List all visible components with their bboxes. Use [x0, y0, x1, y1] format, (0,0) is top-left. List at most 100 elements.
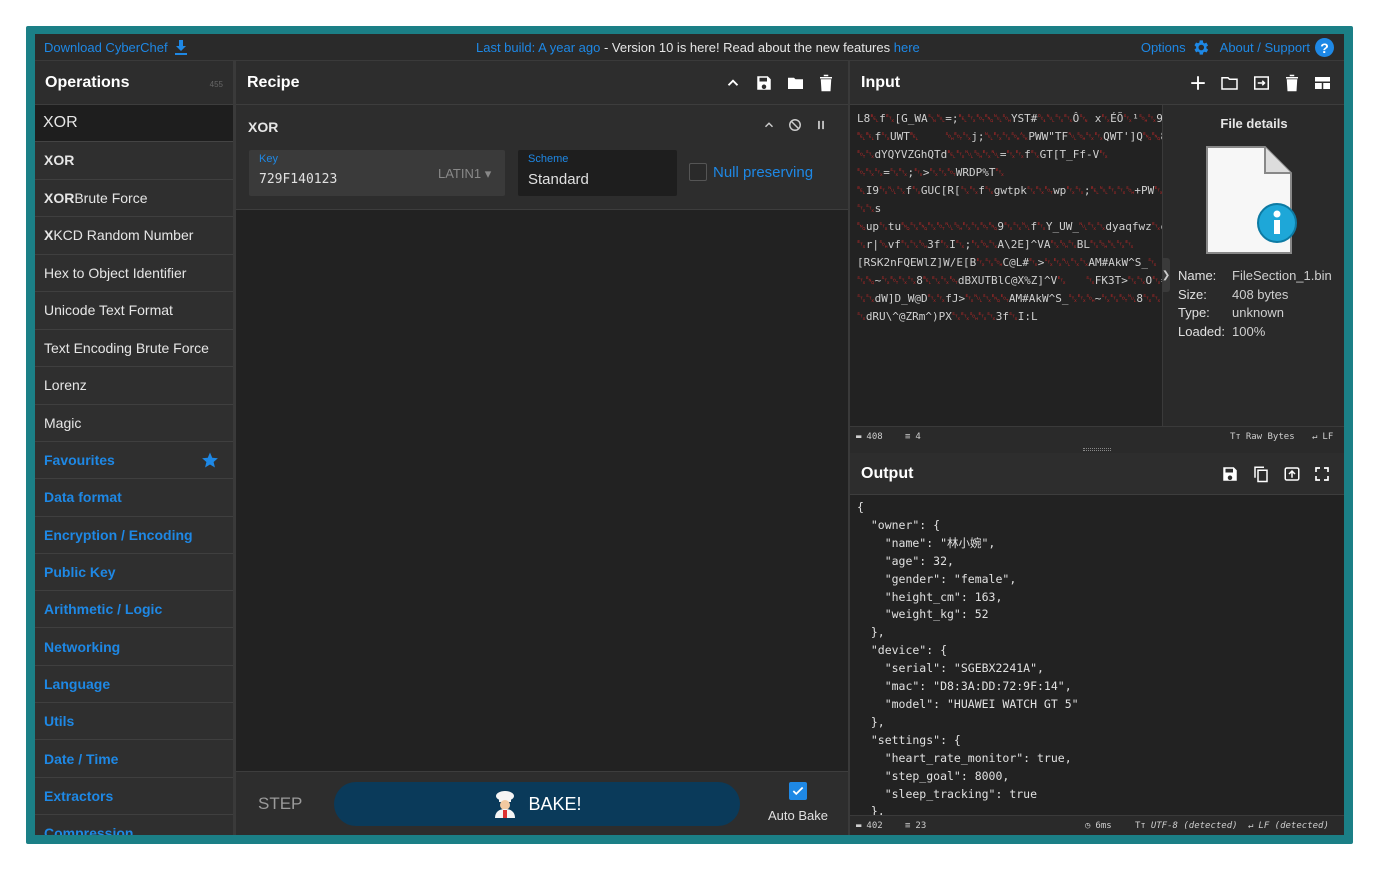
null-preserving-option[interactable]: Null preserving: [689, 163, 813, 181]
category-networking[interactable]: Networking: [35, 628, 233, 666]
disable-icon[interactable]: [788, 118, 802, 132]
last-build-value[interactable]: A year ago: [538, 40, 600, 55]
download-icon: [174, 40, 187, 55]
trash-icon[interactable]: [818, 74, 834, 92]
input-text-run: AM#AkW^S_: [1008, 292, 1069, 305]
save-icon[interactable]: [755, 74, 773, 92]
collapse-file-details-button[interactable]: ❯: [1162, 258, 1170, 292]
chevron-up-icon[interactable]: [724, 74, 742, 92]
about-label[interactable]: About / Support: [1220, 40, 1310, 55]
trash-icon[interactable]: [1284, 74, 1300, 92]
key-field[interactable]: Key 729F140123 LATIN1 ▾: [249, 150, 505, 196]
recipe-header: Recipe: [236, 61, 848, 105]
input-text-run: ÉÕ: [1110, 112, 1124, 125]
scheme-select[interactable]: Scheme Standard: [518, 150, 677, 196]
category-label: Data format: [44, 489, 122, 506]
layout-icon[interactable]: [1313, 74, 1332, 92]
download-link[interactable]: Download CyberChef: [44, 40, 188, 55]
download-label[interactable]: Download CyberChef: [44, 40, 168, 55]
save-icon[interactable]: [1221, 465, 1239, 483]
output-status-bar: ▬ 402 ≡ 23 ◷ 6ms Tт UTF-8 (detected) ↵ LF (de…: [850, 815, 1344, 835]
input-line: ␅up␂tu␅␂␅␃␄␀␁␃␂␄␅9␃␂␀f␃Y_UW_␀␃␂dyaqfwz␃e…: [857, 218, 1162, 236]
options-link[interactable]: Options: [1141, 38, 1210, 57]
control-char: ␃: [1030, 148, 1040, 161]
operation-item-xor[interactable]: XOR: [35, 142, 233, 180]
copy-icon[interactable]: [1252, 465, 1270, 483]
category-language[interactable]: Language: [35, 665, 233, 704]
category-public-key[interactable]: Public Key: [35, 553, 233, 592]
replace-input-icon[interactable]: [1283, 465, 1301, 483]
control-char: ␇: [857, 184, 866, 197]
operation-item-xkcd-random-number[interactable]: X KCD Random Number: [35, 217, 233, 255]
output-encoding-selector[interactable]: Tт UTF-8 (detected): [1135, 821, 1238, 831]
input-format-selector[interactable]: Tт Raw Bytes: [1230, 432, 1295, 442]
pause-icon[interactable]: [814, 118, 828, 132]
input-line: ␄␂dYQYVZGhQTd␇␃␀␁␃␀=␃␃f␃GT[T_Ff-V␃: [857, 146, 1155, 164]
input-line-count-value: 4: [915, 432, 921, 442]
open-file-icon[interactable]: [1252, 74, 1271, 92]
file-details-info: Name: FileSection_1.bin Size: 408 bytes Ty…: [1178, 267, 1332, 341]
scheme-value[interactable]: Standard: [528, 171, 589, 188]
here-link[interactable]: here: [894, 40, 920, 55]
input-textarea[interactable]: L8␇f␃[G_WA␖␀=;␇␂␄␅␀␁YST#␔␀␂␃Ô␖ x␃ÉÕ␂¹␁␂9…: [850, 105, 1162, 426]
operation-item-lorenz[interactable]: Lorenz: [35, 367, 233, 405]
gear-icon[interactable]: [1191, 38, 1210, 57]
input-text-run: fJ>: [945, 292, 966, 305]
bake-label: BAKE!: [528, 793, 582, 814]
operation-item-hex-to-object-identifier[interactable]: Hex to Object Identifier: [35, 254, 233, 292]
step-button[interactable]: STEP: [258, 794, 302, 814]
operation-item-xor-brute-force[interactable]: XOR Brute Force: [35, 179, 233, 217]
control-char: ␂␅: [857, 274, 875, 287]
input-header: Input: [850, 61, 1344, 105]
output-eol-selector[interactable]: ↵ LF (detected): [1248, 821, 1329, 831]
category-data-format[interactable]: Data format: [35, 479, 233, 517]
add-tab-icon[interactable]: [1189, 74, 1207, 92]
category-encryption-encoding[interactable]: Encryption / Encoding: [35, 516, 233, 554]
recipe-area[interactable]: XOR Key 729F140123 LATIN1 ▾ Scheme Stand…: [236, 105, 848, 771]
about-link[interactable]: About / Support ?: [1220, 38, 1334, 57]
eol-icon: ↵: [1312, 432, 1318, 442]
control-char: ␃␂: [1127, 274, 1146, 287]
category-date-time[interactable]: Date / Time: [35, 740, 233, 778]
control-char: ␃: [1057, 274, 1067, 287]
input-text-run: ¹: [1132, 112, 1139, 125]
auto-bake-checkbox[interactable]: [789, 782, 807, 800]
input-format-value: Raw Bytes: [1245, 432, 1295, 442]
category-compression[interactable]: Compression: [35, 814, 233, 835]
control-char: ␂: [984, 184, 994, 197]
input-text-run: x: [1088, 112, 1102, 125]
category-label: Compression: [44, 825, 134, 835]
help-icon[interactable]: ?: [1315, 38, 1334, 57]
open-folder-icon[interactable]: [1220, 74, 1239, 92]
control-char: ␂␃␄: [1026, 184, 1054, 197]
control-char: ␅: [857, 220, 866, 233]
operation-item-text-encoding-brute-force[interactable]: Text Encoding Brute Force: [35, 329, 233, 367]
null-preserving-label[interactable]: Null preserving: [713, 164, 813, 181]
operation-item-magic[interactable]: Magic: [35, 404, 233, 442]
input-text-run: 8: [916, 274, 923, 287]
text-format-icon: Tт: [1135, 821, 1146, 831]
output-textarea[interactable]: { "owner": { "name": "林小婉", "age": 32, "…: [850, 495, 1344, 815]
input-text-run: tu: [887, 220, 902, 233]
category-extractors[interactable]: Extractors: [35, 777, 233, 815]
chevron-up-icon[interactable]: [762, 118, 776, 132]
operation-item-unicode-text-format[interactable]: Unicode Text Format: [35, 292, 233, 330]
category-arithmetic-logic[interactable]: Arithmetic / Logic: [35, 591, 233, 629]
operations-search-input[interactable]: XOR: [35, 105, 233, 142]
folder-icon[interactable]: [786, 74, 805, 92]
input-text-run: WRDP%T: [955, 166, 996, 179]
null-preserving-checkbox[interactable]: [689, 163, 707, 181]
key-input[interactable]: 729F140123: [259, 172, 337, 187]
category-utils[interactable]: Utils: [35, 703, 233, 741]
options-label[interactable]: Options: [1141, 40, 1186, 55]
input-text-run: f: [879, 112, 886, 125]
key-encoding-dropdown[interactable]: LATIN1 ▾: [438, 166, 491, 182]
auto-bake-option[interactable]: Auto Bake: [766, 782, 830, 823]
bake-button[interactable]: BAKE!: [334, 782, 740, 826]
input-eol-selector[interactable]: ↵ LF: [1312, 432, 1333, 442]
fullscreen-icon[interactable]: [1314, 465, 1330, 483]
category-favourites[interactable]: Favourites: [35, 442, 233, 480]
recipe-operation-xor[interactable]: XOR Key 729F140123 LATIN1 ▾ Scheme Stand…: [236, 105, 848, 210]
io-resize-handle[interactable]: [850, 446, 1344, 453]
key-label: Key: [259, 153, 278, 165]
